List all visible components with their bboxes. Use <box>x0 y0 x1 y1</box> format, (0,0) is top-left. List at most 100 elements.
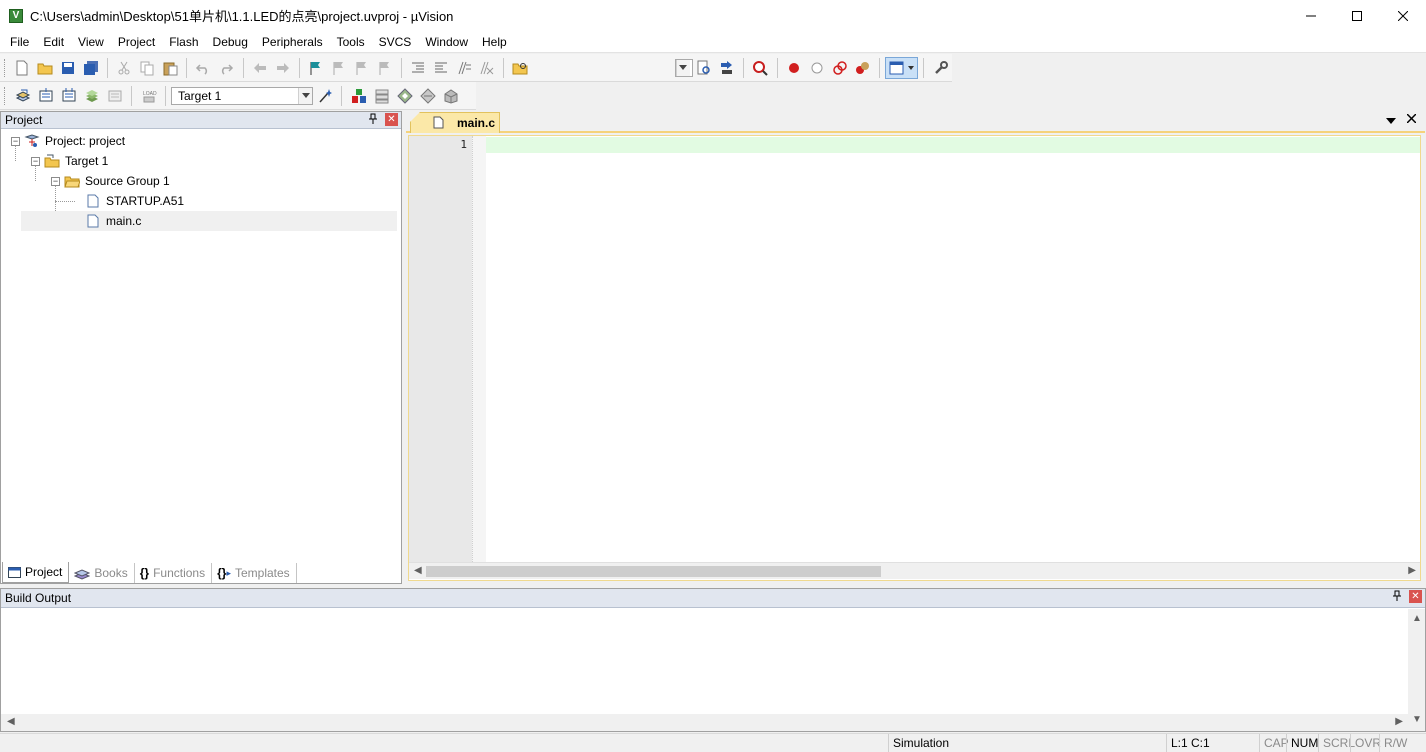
find-button[interactable] <box>693 57 716 79</box>
debug-session-button[interactable] <box>749 57 772 79</box>
comment-button[interactable] <box>452 57 475 79</box>
menu-debug[interactable]: Debug <box>206 31 255 53</box>
manage-rte-button[interactable] <box>393 85 416 107</box>
horizontal-scrollbar[interactable]: ◀ ▶ <box>409 562 1420 579</box>
collapse-toggle[interactable]: − <box>51 176 60 186</box>
tab-functions[interactable]: {} Functions <box>135 563 213 583</box>
uncomment-button[interactable] <box>475 57 498 79</box>
minimize-button[interactable] <box>1288 0 1334 31</box>
toolbar-grip[interactable] <box>4 58 7 77</box>
tab-list-dropdown-icon[interactable] <box>1386 115 1396 127</box>
project-panel-close-button[interactable]: ✕ <box>385 113 398 126</box>
menu-window[interactable]: Window <box>418 31 475 53</box>
find-combo[interactable] <box>674 58 693 77</box>
save-all-button[interactable] <box>79 57 102 79</box>
target-icon <box>44 154 60 168</box>
toolbar-grip[interactable] <box>4 86 7 105</box>
braces-icon: {} <box>139 566 150 580</box>
scroll-down-icon[interactable]: ▼ <box>1412 714 1422 725</box>
indent-button[interactable] <box>407 57 430 79</box>
tree-node-file[interactable]: main.c <box>21 211 397 231</box>
pin-icon[interactable] <box>367 113 379 126</box>
tree-node-file[interactable]: STARTUP.A51 <box>1 191 401 211</box>
undo-button[interactable] <box>192 57 215 79</box>
menu-view[interactable]: View <box>71 31 111 53</box>
scroll-right-icon[interactable]: ▶ <box>1408 565 1416 576</box>
tab-project[interactable]: Project <box>2 562 70 583</box>
navigate-forward-button[interactable] <box>271 57 294 79</box>
target-options-button[interactable] <box>313 85 336 107</box>
redo-button[interactable] <box>215 57 238 79</box>
collapse-toggle[interactable]: − <box>31 156 40 166</box>
editor-tab-main-c[interactable]: main.c <box>410 112 500 133</box>
scroll-left-icon[interactable]: ◀ <box>7 716 15 727</box>
svg-text:LOAD: LOAD <box>143 91 157 97</box>
manage-project-items-button[interactable] <box>347 85 370 107</box>
tree-node-source-group[interactable]: − Source Group 1 <box>1 171 401 191</box>
pin-icon[interactable] <box>1391 590 1403 603</box>
navigate-back-button[interactable] <box>249 57 272 79</box>
kill-all-breakpoints-button[interactable] <box>851 57 874 79</box>
copy-button[interactable] <box>136 57 159 79</box>
close-tab-icon[interactable] <box>1406 113 1417 126</box>
clear-bookmarks-button[interactable] <box>373 57 396 79</box>
maximize-icon <box>1352 10 1362 21</box>
rebuild-button[interactable] <box>57 85 80 107</box>
collapse-toggle[interactable]: − <box>11 136 20 146</box>
translate-button[interactable] <box>11 85 34 107</box>
menu-flash[interactable]: Flash <box>162 31 205 53</box>
software-packs-button[interactable] <box>439 85 462 107</box>
tab-project-label: Project <box>25 565 63 579</box>
menu-help[interactable]: Help <box>475 31 514 53</box>
build-output-close-button[interactable]: ✕ <box>1409 590 1422 603</box>
menu-file[interactable]: File <box>3 31 36 53</box>
prev-bookmark-button[interactable] <box>328 57 351 79</box>
target-select[interactable]: Target 1 <box>171 86 313 105</box>
build-button[interactable] <box>34 85 57 107</box>
menu-svcs[interactable]: SVCS <box>372 31 419 53</box>
scroll-up-icon[interactable]: ▲ <box>1412 613 1422 624</box>
menu-edit[interactable]: Edit <box>36 31 71 53</box>
scroll-left-icon[interactable]: ◀ <box>414 565 422 576</box>
tree-node-target[interactable]: − Target 1 <box>1 151 401 171</box>
window-layout-button[interactable] <box>884 56 919 79</box>
indent-icon <box>412 62 425 72</box>
paste-button[interactable] <box>158 57 181 79</box>
find-in-files-button[interactable] <box>509 57 532 79</box>
scroll-right-icon[interactable]: ▶ <box>1395 716 1403 727</box>
load-icon: LOAD <box>143 91 157 102</box>
menu-project[interactable]: Project <box>111 31 162 53</box>
vertical-scrollbar[interactable]: ▲ ▼ <box>1408 609 1425 731</box>
new-file-icon <box>16 60 28 75</box>
download-button[interactable]: LOAD <box>137 85 160 107</box>
stop-build-icon <box>108 90 121 101</box>
tab-templates[interactable]: {} ▸ Templates <box>212 563 297 583</box>
project-panel: Project ✕ − Project: project − Target 1 … <box>0 111 402 584</box>
new-file-button[interactable] <box>11 57 34 79</box>
cut-button[interactable] <box>113 57 136 79</box>
minimize-icon <box>1306 15 1316 16</box>
pack-installer-button[interactable] <box>416 85 439 107</box>
enable-breakpoint-button[interactable] <box>806 57 829 79</box>
insert-breakpoint-button[interactable] <box>783 57 806 79</box>
incremental-find-button[interactable] <box>715 57 738 79</box>
open-file-button[interactable] <box>34 57 57 79</box>
stop-build-button[interactable] <box>103 85 126 107</box>
code-editor[interactable]: 1 ◀ ▶ <box>408 135 1421 581</box>
maximize-button[interactable] <box>1334 0 1380 31</box>
scrollbar-thumb[interactable] <box>426 566 881 577</box>
insert-bookmark-button[interactable] <box>305 57 328 79</box>
configure-button[interactable] <box>929 57 952 79</box>
close-button[interactable] <box>1380 0 1426 31</box>
horizontal-scrollbar[interactable]: ◀ ▶ <box>1 714 1409 731</box>
batch-build-button[interactable] <box>80 85 103 107</box>
menu-tools[interactable]: Tools <box>330 31 372 53</box>
tab-books[interactable]: Books <box>69 563 135 583</box>
unindent-button[interactable] <box>430 57 453 79</box>
select-packs-button[interactable] <box>370 85 393 107</box>
tree-node-project[interactable]: − Project: project <box>1 131 401 151</box>
save-button[interactable] <box>56 57 79 79</box>
disable-all-breakpoints-button[interactable] <box>828 57 851 79</box>
menu-peripherals[interactable]: Peripherals <box>255 31 330 53</box>
next-bookmark-button[interactable] <box>350 57 373 79</box>
